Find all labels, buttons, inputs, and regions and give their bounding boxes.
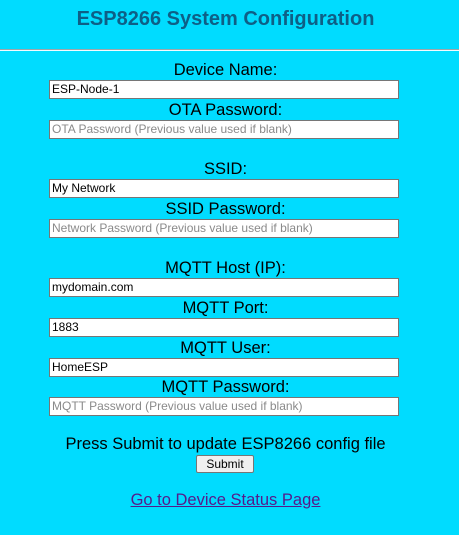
mqtt-password-label: MQTT Password:: [161, 378, 290, 396]
ota-password-label: OTA Password:: [168, 101, 283, 119]
mqtt-port-label: MQTT Port:: [182, 299, 269, 317]
ssid-password-label: SSID Password:: [165, 200, 286, 218]
page-title: ESP8266 System Configuration: [76, 8, 375, 30]
mqtt-host-field[interactable]: [49, 278, 399, 297]
mqtt-password-field[interactable]: [49, 397, 399, 416]
submit-button[interactable]: Submit: [196, 455, 254, 473]
device-status-link[interactable]: Go to Device Status Page: [0, 491, 451, 510]
device-name-field[interactable]: [49, 80, 399, 99]
device-name-label: Device Name:: [173, 61, 278, 79]
submit-instruction: Press Submit to update ESP8266 config fi…: [65, 435, 386, 453]
mqtt-user-field[interactable]: [49, 358, 399, 377]
mqtt-host-label: MQTT Host (IP):: [165, 259, 286, 277]
ota-password-field[interactable]: [49, 120, 399, 139]
header-divider: [0, 49, 459, 51]
ssid-password-field[interactable]: [49, 219, 399, 238]
ssid-field[interactable]: [49, 179, 399, 198]
ssid-label: SSID:: [203, 160, 248, 178]
mqtt-port-field[interactable]: [49, 318, 399, 337]
mqtt-user-label: MQTT User:: [180, 339, 271, 357]
